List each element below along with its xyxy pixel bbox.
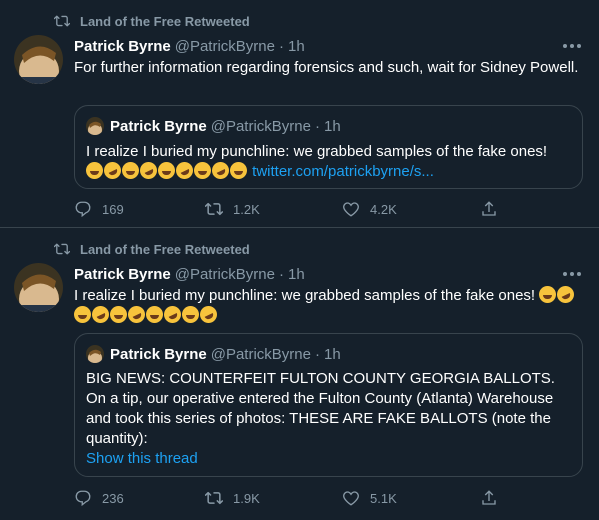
retweeted-by-label[interactable]: Land of the Free Retweeted xyxy=(80,14,250,29)
retweet-count: 1.2K xyxy=(233,201,260,217)
reply-button[interactable]: 169 xyxy=(74,199,124,219)
author-handle[interactable]: @PatrickByrne xyxy=(175,38,275,55)
laughing-emoji-icon xyxy=(74,306,91,323)
quoted-tweet-time: 1h xyxy=(323,117,341,135)
laughing-emoji-icon xyxy=(539,286,557,303)
laughing-emoji-icon xyxy=(122,162,139,179)
retweet-button[interactable]: 1.2K xyxy=(205,199,260,219)
rolling-laughing-emoji-icon xyxy=(89,303,112,326)
quoted-author-name: Patrick Byrne xyxy=(110,345,207,363)
laughing-emoji-icon xyxy=(158,162,175,179)
show-thread-link[interactable]: Show this thread xyxy=(86,449,572,469)
avatar[interactable] xyxy=(14,35,63,84)
quoted-tweet-header: Patrick Byrne @PatrickByrne · 1h xyxy=(86,116,341,136)
rolling-laughing-emoji-icon xyxy=(137,159,160,182)
tweet-text: I realize I buried my punchline: we grab… xyxy=(74,283,579,326)
quoted-tweet[interactable]: Patrick Byrne @PatrickByrne · 1h I reali… xyxy=(74,105,583,189)
laughing-emoji-icon xyxy=(194,162,211,179)
quoted-link[interactable]: twitter.com/patrickbyrne/s... xyxy=(252,163,434,180)
share-icon xyxy=(482,490,496,505)
like-icon xyxy=(343,491,359,506)
laughing-emoji-icon xyxy=(146,306,163,323)
separator-dot: · xyxy=(278,265,284,283)
quoted-author-handle: @PatrickByrne xyxy=(210,345,311,363)
retweet-context: Land of the Free Retweeted xyxy=(54,239,250,259)
tweet-header: Patrick Byrne @PatrickByrne · 1h xyxy=(74,264,305,284)
tweet-time[interactable]: 1h xyxy=(288,266,305,283)
quoted-tweet-time: 1h xyxy=(323,345,341,363)
rolling-laughing-emoji-icon xyxy=(101,159,124,182)
separator-dot: · xyxy=(278,37,284,55)
retweet-icon xyxy=(54,243,70,255)
retweet-button[interactable]: 1.9K xyxy=(205,488,260,508)
author-handle[interactable]: @PatrickByrne xyxy=(175,266,275,283)
separator-dot: · xyxy=(314,117,320,135)
rolling-laughing-emoji-icon xyxy=(173,159,196,182)
reply-icon xyxy=(75,490,91,507)
tweet[interactable]: Land of the Free Retweeted Patrick Byrne… xyxy=(0,0,599,228)
rolling-laughing-emoji-icon xyxy=(209,159,232,182)
reply-button[interactable]: 236 xyxy=(74,488,124,508)
share-icon xyxy=(482,201,496,216)
retweet-icon xyxy=(205,202,223,216)
quoted-tweet-text: I realize I buried my punchline: we grab… xyxy=(86,142,572,182)
quoted-text: I realize I buried my punchline: we grab… xyxy=(86,143,548,160)
quoted-tweet-text: BIG NEWS: COUNTERFEIT FULTON COUNTY GEOR… xyxy=(86,370,555,447)
tweet-text-content: I realize I buried my punchline: we grab… xyxy=(74,287,536,304)
like-icon xyxy=(343,202,359,217)
laughing-emoji-icon xyxy=(110,306,127,323)
retweet-count: 1.9K xyxy=(233,490,260,506)
share-button[interactable] xyxy=(480,488,508,508)
more-icon[interactable] xyxy=(563,41,581,51)
quoted-avatar xyxy=(86,345,104,363)
reply-count: 169 xyxy=(102,201,124,217)
rolling-laughing-emoji-icon xyxy=(125,303,148,326)
rolling-laughing-emoji-icon xyxy=(161,303,184,326)
retweeted-by-label[interactable]: Land of the Free Retweeted xyxy=(80,242,250,257)
emoji-row xyxy=(86,159,252,182)
like-button[interactable]: 4.2K xyxy=(342,199,397,219)
rolling-laughing-emoji-icon xyxy=(554,283,578,306)
tweet[interactable]: Land of the Free Retweeted Patrick Byrne… xyxy=(0,228,599,520)
quoted-author-name: Patrick Byrne xyxy=(110,117,207,135)
author-name[interactable]: Patrick Byrne xyxy=(74,38,171,55)
quoted-tweet-header: Patrick Byrne @PatrickByrne · 1h xyxy=(86,344,341,364)
action-bar: 236 1.9K 5.1K xyxy=(74,488,514,508)
laughing-emoji-icon xyxy=(230,162,247,179)
share-button[interactable] xyxy=(480,199,508,219)
laughing-emoji-icon xyxy=(182,306,199,323)
author-name[interactable]: Patrick Byrne xyxy=(74,266,171,283)
quoted-avatar xyxy=(86,117,104,135)
retweet-icon xyxy=(205,491,223,505)
like-count: 5.1K xyxy=(370,490,397,506)
more-icon[interactable] xyxy=(563,269,581,279)
avatar[interactable] xyxy=(14,263,63,312)
tweet-text: For further information regarding forens… xyxy=(74,59,579,76)
like-count: 4.2K xyxy=(370,201,397,217)
tweet-header: Patrick Byrne @PatrickByrne · 1h xyxy=(74,36,305,56)
retweet-icon xyxy=(54,15,70,27)
quoted-author-handle: @PatrickByrne xyxy=(210,117,311,135)
reply-count: 236 xyxy=(102,490,124,506)
quoted-tweet[interactable]: Patrick Byrne @PatrickByrne · 1h BIG NEW… xyxy=(74,333,583,477)
retweet-context: Land of the Free Retweeted xyxy=(54,11,250,31)
reply-icon xyxy=(75,201,91,218)
like-button[interactable]: 5.1K xyxy=(342,488,397,508)
rolling-laughing-emoji-icon xyxy=(197,303,220,326)
laughing-emoji-icon xyxy=(86,162,103,179)
tweet-time[interactable]: 1h xyxy=(288,38,305,55)
separator-dot: · xyxy=(314,345,320,363)
action-bar: 169 1.2K 4.2K xyxy=(74,199,514,219)
